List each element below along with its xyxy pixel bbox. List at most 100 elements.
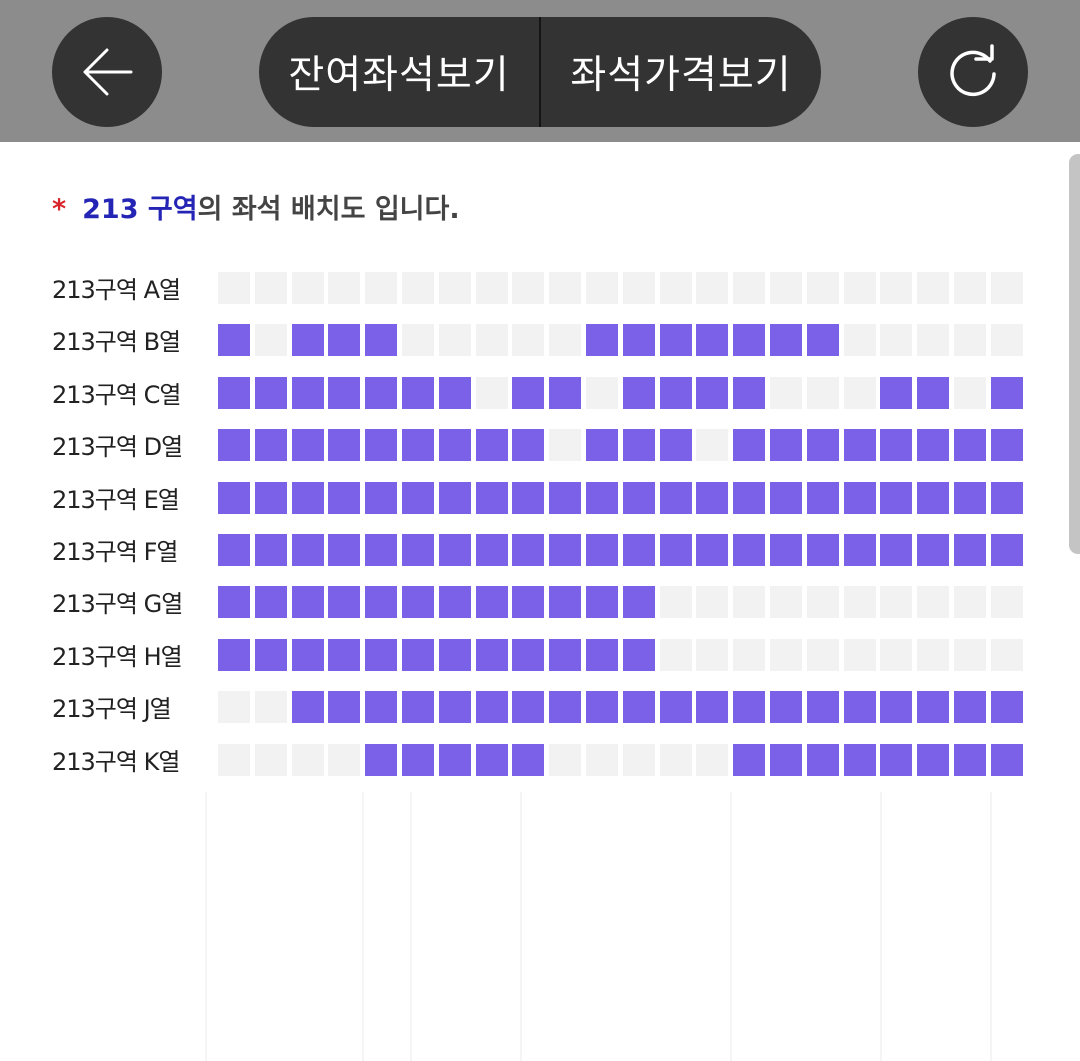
seat-available[interactable] (696, 482, 728, 514)
seat-available[interactable] (292, 534, 324, 566)
seat-available[interactable] (549, 586, 581, 618)
seat-available[interactable] (218, 429, 250, 461)
seat-available[interactable] (807, 744, 839, 776)
seat-available[interactable] (586, 639, 618, 671)
seat-available[interactable] (880, 691, 912, 723)
seat-available[interactable] (770, 482, 802, 514)
seat-available[interactable] (733, 482, 765, 514)
seat-available[interactable] (917, 691, 949, 723)
seat-available[interactable] (255, 482, 287, 514)
seat-available[interactable] (328, 586, 360, 618)
seat-available[interactable] (586, 534, 618, 566)
seat-available[interactable] (365, 377, 397, 409)
seat-available[interactable] (365, 324, 397, 356)
seat-available[interactable] (512, 586, 544, 618)
seat-available[interactable] (660, 691, 692, 723)
seat-available[interactable] (512, 482, 544, 514)
seat-available[interactable] (439, 534, 471, 566)
seat-available[interactable] (586, 586, 618, 618)
seat-available[interactable] (917, 534, 949, 566)
seat-available[interactable] (476, 586, 508, 618)
seat-available[interactable] (218, 377, 250, 409)
seat-available[interactable] (880, 534, 912, 566)
seat-available[interactable] (402, 377, 434, 409)
seat-available[interactable] (292, 377, 324, 409)
seat-available[interactable] (807, 482, 839, 514)
seat-available[interactable] (255, 429, 287, 461)
seat-available[interactable] (218, 639, 250, 671)
seat-available[interactable] (991, 429, 1023, 461)
seat-available[interactable] (402, 534, 434, 566)
seat-available[interactable] (623, 429, 655, 461)
seat-available[interactable] (476, 482, 508, 514)
seat-available[interactable] (917, 429, 949, 461)
seat-available[interactable] (623, 482, 655, 514)
seat-available[interactable] (328, 482, 360, 514)
seat-available[interactable] (586, 691, 618, 723)
seat-available[interactable] (623, 586, 655, 618)
seat-available[interactable] (991, 482, 1023, 514)
seat-available[interactable] (660, 324, 692, 356)
seat-available[interactable] (880, 429, 912, 461)
seat-available[interactable] (328, 639, 360, 671)
seat-price-button[interactable]: 좌석가격보기 (541, 17, 821, 127)
seat-available[interactable] (476, 534, 508, 566)
seat-available[interactable] (586, 324, 618, 356)
seat-available[interactable] (917, 482, 949, 514)
seat-available[interactable] (549, 691, 581, 723)
seat-available[interactable] (954, 744, 986, 776)
seat-available[interactable] (807, 691, 839, 723)
seat-available[interactable] (365, 482, 397, 514)
seat-available[interactable] (660, 429, 692, 461)
seat-available[interactable] (880, 482, 912, 514)
seat-available[interactable] (402, 429, 434, 461)
seat-available[interactable] (218, 482, 250, 514)
seat-available[interactable] (402, 586, 434, 618)
seat-available[interactable] (365, 744, 397, 776)
seat-available[interactable] (733, 324, 765, 356)
seat-available[interactable] (439, 744, 471, 776)
seat-available[interactable] (328, 377, 360, 409)
seat-available[interactable] (954, 429, 986, 461)
seat-available[interactable] (880, 744, 912, 776)
seat-available[interactable] (549, 377, 581, 409)
seat-available[interactable] (328, 324, 360, 356)
seat-available[interactable] (844, 744, 876, 776)
seat-available[interactable] (696, 534, 728, 566)
seat-available[interactable] (954, 534, 986, 566)
seat-available[interactable] (549, 534, 581, 566)
seat-available[interactable] (512, 744, 544, 776)
seat-available[interactable] (917, 744, 949, 776)
seat-available[interactable] (512, 639, 544, 671)
seat-available[interactable] (844, 429, 876, 461)
seat-available[interactable] (770, 691, 802, 723)
seat-available[interactable] (660, 482, 692, 514)
seat-available[interactable] (365, 639, 397, 671)
seat-available[interactable] (733, 691, 765, 723)
seat-available[interactable] (292, 324, 324, 356)
seat-available[interactable] (218, 534, 250, 566)
seat-available[interactable] (439, 377, 471, 409)
seat-available[interactable] (991, 691, 1023, 723)
seat-available[interactable] (586, 429, 618, 461)
seat-available[interactable] (549, 639, 581, 671)
seat-available[interactable] (476, 744, 508, 776)
seat-available[interactable] (770, 744, 802, 776)
seat-available[interactable] (733, 429, 765, 461)
seat-available[interactable] (255, 377, 287, 409)
seat-available[interactable] (844, 482, 876, 514)
seat-available[interactable] (365, 534, 397, 566)
seat-available[interactable] (844, 691, 876, 723)
seat-available[interactable] (512, 691, 544, 723)
seat-available[interactable] (439, 482, 471, 514)
seat-available[interactable] (917, 377, 949, 409)
seat-available[interactable] (623, 691, 655, 723)
seat-available[interactable] (512, 377, 544, 409)
seat-available[interactable] (733, 377, 765, 409)
refresh-button[interactable] (918, 17, 1028, 127)
seat-available[interactable] (402, 482, 434, 514)
seat-available[interactable] (255, 639, 287, 671)
seat-available[interactable] (255, 534, 287, 566)
seat-available[interactable] (439, 691, 471, 723)
seat-available[interactable] (292, 691, 324, 723)
